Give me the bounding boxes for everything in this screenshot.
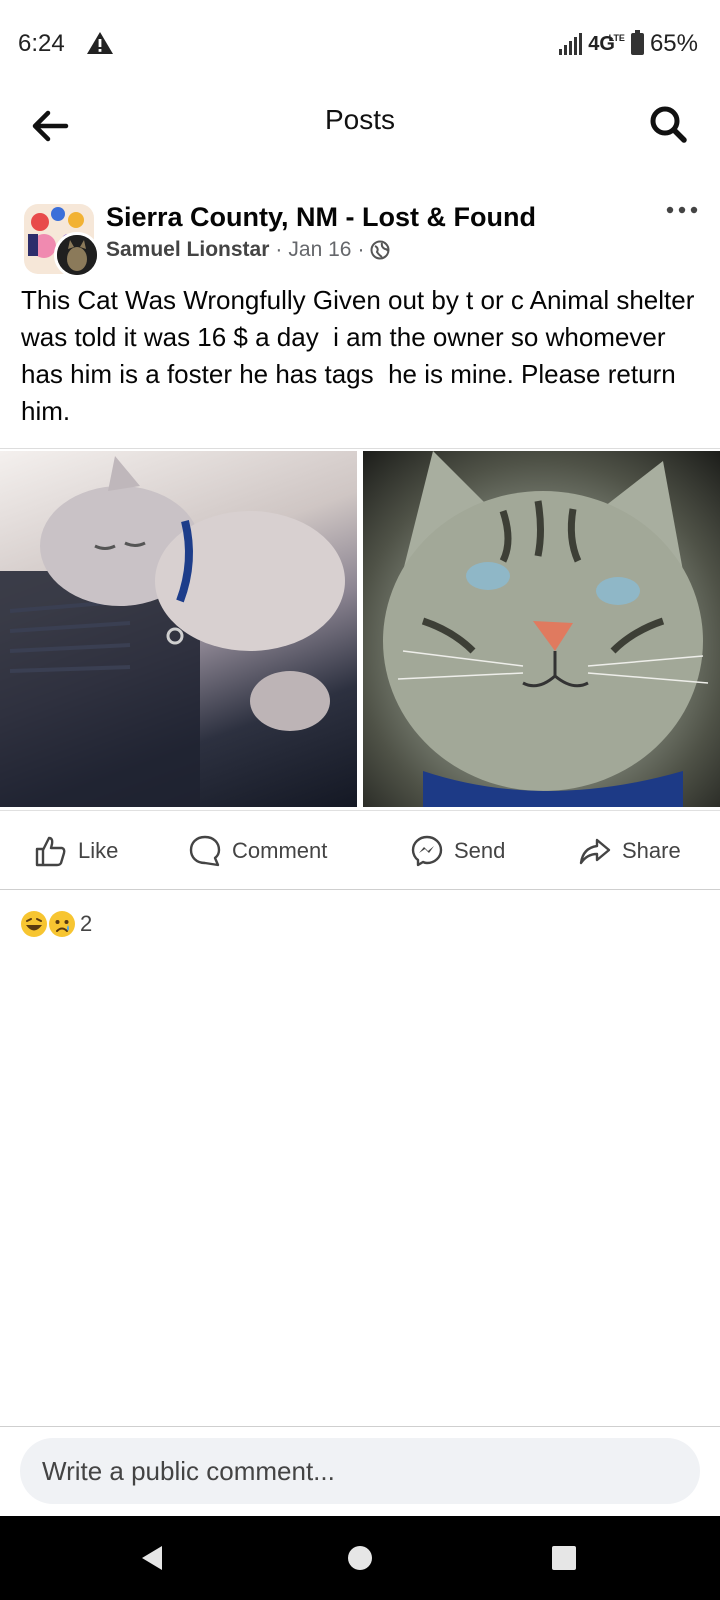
nav-home-icon[interactable] — [344, 1542, 376, 1574]
status-right: 4G LTE 65% — [559, 30, 698, 58]
warning-icon — [87, 32, 113, 54]
comment-input-container — [20, 1438, 700, 1504]
author-name[interactable]: Samuel Lionstar — [106, 238, 269, 262]
share-arrow-icon — [579, 838, 611, 865]
sad-emoji-icon — [49, 911, 75, 937]
battery-icon — [630, 30, 644, 55]
messenger-icon — [411, 835, 443, 867]
post-photos — [0, 448, 720, 809]
post-header: Sierra County, NM - Lost & Found Samuel … — [24, 198, 704, 278]
share-button[interactable]: Share — [578, 829, 681, 873]
like-button[interactable]: Like — [34, 829, 118, 873]
photo-sleeping-cat[interactable] — [0, 451, 357, 807]
signal-icon — [559, 33, 583, 55]
like-label: Like — [78, 838, 119, 863]
battery-level: 65% — [649, 30, 698, 57]
status-time: 6:24 — [18, 30, 65, 57]
comment-button[interactable]: Comment — [188, 829, 327, 873]
post-date[interactable]: Jan 16 — [288, 238, 351, 262]
comment-input[interactable] — [20, 1438, 662, 1504]
divider — [0, 1426, 720, 1427]
photo-cat-face[interactable] — [363, 451, 720, 807]
send-button[interactable]: Send — [410, 829, 505, 873]
top-header: Posts — [0, 90, 720, 156]
post-meta: Samuel Lionstar · Jan 16 · — [106, 238, 390, 262]
comment-icon — [189, 835, 221, 867]
more-options-icon[interactable] — [662, 198, 702, 222]
meta-separator: · — [357, 238, 365, 261]
reaction-summary[interactable]: 2 — [20, 910, 92, 938]
search-icon[interactable] — [646, 102, 690, 146]
reaction-count: 2 — [80, 911, 93, 936]
system-navigation-bar — [0, 1516, 720, 1600]
globe-icon — [370, 240, 390, 260]
comment-label: Comment — [232, 838, 328, 863]
nav-recents-icon[interactable] — [548, 1542, 580, 1574]
meta-separator: · — [275, 238, 283, 261]
nav-back-icon[interactable] — [136, 1542, 168, 1574]
laughing-emoji-icon — [21, 911, 47, 937]
post-text: This Cat Was Wrongfully Given out by t o… — [21, 285, 709, 426]
status-bar: 6:24 4G LTE 65% — [0, 0, 720, 90]
group-name[interactable]: Sierra County, NM - Lost & Found — [106, 202, 536, 233]
share-label: Share — [622, 838, 681, 863]
page-title: Posts — [324, 104, 396, 135]
user-avatar[interactable] — [54, 232, 100, 278]
send-label: Send — [454, 838, 506, 863]
network-type: 4G LTE — [588, 32, 625, 55]
thumbs-up-icon — [35, 836, 66, 867]
post-actions: Like Comment Send Share — [0, 810, 720, 890]
